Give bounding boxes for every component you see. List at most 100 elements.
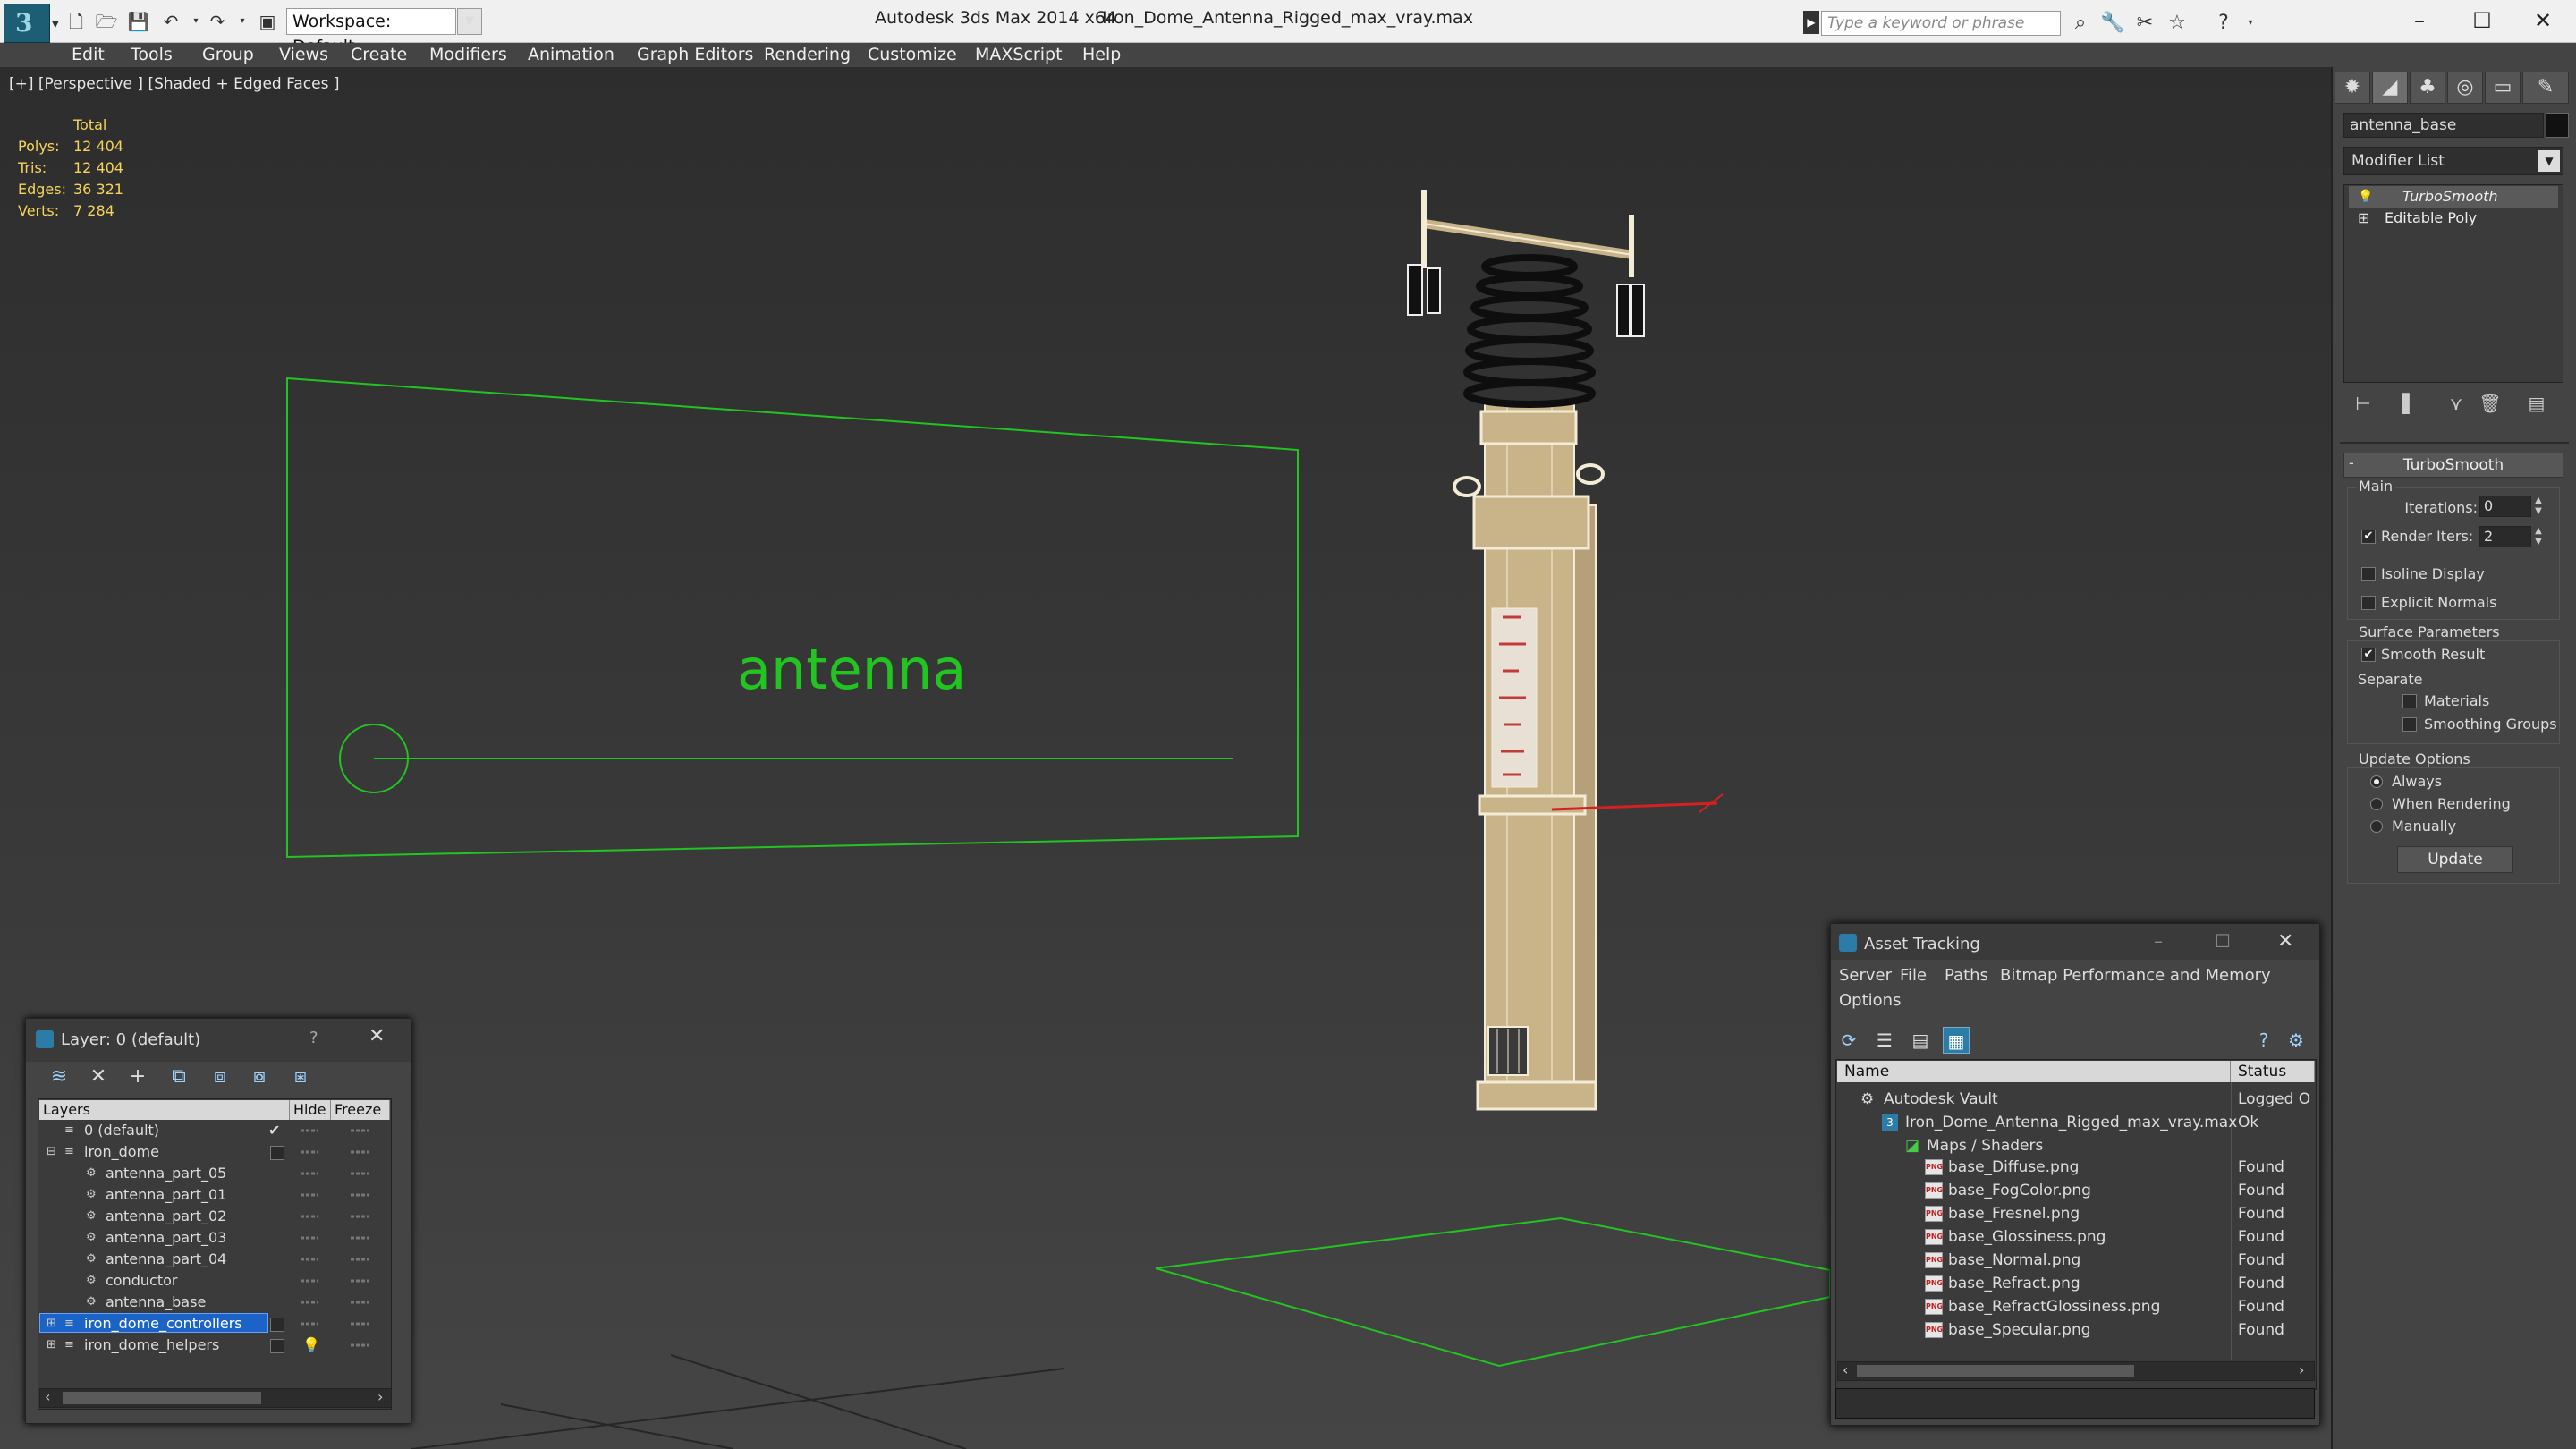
menu-group[interactable]: Group [202, 45, 254, 64]
asset-menu-options[interactable]: Options [1839, 991, 1901, 1010]
rollout-collapse-icon[interactable]: - [2349, 454, 2354, 471]
layer-current-box[interactable] [270, 1339, 284, 1353]
workspace-chevron-icon[interactable]: ▼ [457, 8, 482, 35]
asset-menu-server[interactable]: Server [1839, 966, 1892, 985]
menu-customize[interactable]: Customize [868, 45, 957, 64]
help-dropdown-icon[interactable]: ▾ [2236, 11, 2265, 36]
undo-dropdown-icon[interactable]: ▾ [184, 11, 208, 32]
asset-help-icon[interactable]: ? [2250, 1027, 2277, 1054]
materials-checkbox[interactable] [2402, 694, 2417, 708]
hide-freeze-toggles[interactable] [295, 1129, 385, 1352]
active-layer-check-icon[interactable]: ✔ [268, 1120, 280, 1141]
update-button[interactable]: Update [2397, 846, 2513, 873]
asset-path-field[interactable] [1835, 1388, 2315, 1419]
render-iters-checkbox[interactable]: ✔ [2361, 530, 2376, 544]
asset-settings-icon[interactable]: ⚙ [2283, 1027, 2309, 1054]
smoothing-groups-checkbox[interactable] [2402, 717, 2417, 732]
iterations-spinner[interactable]: 0 [2479, 496, 2531, 517]
subscription-key-icon[interactable]: 🔧 [2098, 11, 2127, 36]
utilities-tab-icon[interactable]: ✎ [2522, 72, 2569, 104]
menu-animation[interactable]: Animation [528, 45, 614, 64]
help-icon[interactable]: ? [2209, 11, 2238, 36]
refresh-icon[interactable]: ⟳ [1835, 1027, 1862, 1054]
render-iters-spinner-arrows-icon[interactable]: ▲ ▼ [2531, 526, 2546, 547]
asset-maximize-button[interactable]: ☐ [2215, 930, 2231, 952]
scroll-right-icon[interactable]: › [2299, 1361, 2304, 1378]
menu-graph-editors[interactable]: Graph Editors [637, 45, 753, 64]
layer-current-box[interactable] [270, 1146, 284, 1160]
select-objects-in-layer-icon[interactable]: ⧉ [163, 1063, 195, 1091]
menu-create[interactable]: Create [351, 45, 407, 64]
explicit-normals-checkbox[interactable] [2361, 596, 2376, 610]
undo-icon[interactable]: ↶ [159, 11, 182, 32]
maximize-button[interactable]: ☐ [2451, 4, 2513, 38]
detail-view-icon[interactable]: ▤ [1907, 1027, 1934, 1054]
pin-stack-icon[interactable]: ⊢ [2347, 390, 2379, 417]
communication-center-icon[interactable]: ✂ [2131, 11, 2159, 36]
render-iters-spinner[interactable]: 2 [2479, 526, 2531, 547]
smooth-result-checkbox[interactable]: ✔ [2361, 648, 2376, 662]
open-file-icon[interactable]: 🗁 [95, 11, 118, 32]
search-expand-icon[interactable]: ▶ [1803, 11, 1819, 34]
search-input[interactable]: Type a keyword or phrase [1821, 11, 2061, 36]
binoculars-icon[interactable]: ⌕ [2066, 11, 2095, 36]
asset-menu-paths[interactable]: Paths [1945, 966, 1988, 985]
delete-layer-icon[interactable]: ✕ [82, 1063, 114, 1091]
scroll-left-icon[interactable]: ‹ [1843, 1361, 1848, 1378]
list-view-icon[interactable]: ☰ [1871, 1027, 1898, 1054]
layer-dialog-close-icon[interactable]: ✕ [369, 1025, 385, 1047]
show-end-result-icon[interactable]: ▌ [2394, 390, 2426, 417]
close-window-button[interactable]: ✕ [2512, 4, 2574, 38]
hierarchy-tab-icon[interactable]: ♣ [2410, 72, 2445, 104]
project-folder-icon[interactable]: ▣ [256, 11, 279, 32]
display-tab-icon[interactable]: ▭ [2485, 72, 2521, 104]
modify-tab-icon[interactable]: ◢ [2372, 72, 2408, 104]
make-unique-icon[interactable]: ⋎ [2440, 390, 2472, 417]
hide-all-layers-icon[interactable]: ⧇ [243, 1063, 275, 1091]
favorites-star-icon[interactable]: ☆ [2163, 11, 2191, 36]
expand-icon[interactable]: ⊞ [47, 1339, 59, 1352]
asset-menu-bitmap-performance[interactable]: Bitmap Performance and Memory [2000, 966, 2271, 985]
manually-radio[interactable] [2370, 820, 2383, 833]
status-column-header[interactable]: Status [2231, 1061, 2315, 1082]
menu-maxscript[interactable]: MAXScript [975, 45, 1063, 64]
create-tab-icon[interactable]: ✹ [2334, 72, 2370, 104]
freeze-all-layers-icon[interactable]: ⧆ [284, 1063, 317, 1091]
modifier-list-chevron-icon[interactable]: ▼ [2538, 150, 2560, 172]
workspace-dropdown[interactable]: Workspace: Default [286, 8, 456, 56]
app-logo-button[interactable]: 3 [4, 4, 50, 43]
stack-item-editable-poly[interactable]: Editable Poly [2349, 208, 2558, 229]
minimize-button[interactable]: – [2388, 4, 2451, 38]
expand-icon[interactable]: ⊞ [47, 1318, 59, 1330]
stack-item-turbosmooth[interactable]: TurboSmooth [2349, 186, 2558, 208]
redo-icon[interactable]: ↷ [206, 11, 229, 32]
layers-column-header[interactable]: Layers [39, 1100, 290, 1120]
scroll-left-icon[interactable]: ‹ [45, 1388, 50, 1405]
remove-modifier-icon[interactable]: 🗑 [2474, 390, 2506, 417]
add-to-layer-icon[interactable]: + [122, 1063, 154, 1091]
hide-column-header[interactable]: Hide [290, 1100, 331, 1120]
layer-current-box[interactable] [270, 1318, 284, 1332]
app-menu-chevron-icon[interactable]: ▼ [52, 20, 59, 30]
name-column-header[interactable]: Name [1837, 1061, 2231, 1082]
menu-rendering[interactable]: Rendering [764, 45, 851, 64]
menu-help[interactable]: Help [1082, 45, 1121, 64]
modifier-list-dropdown[interactable]: Modifier List [2343, 147, 2563, 175]
expand-plus-icon[interactable]: ⊞ [2358, 211, 2370, 225]
freeze-column-header[interactable]: Freeze [331, 1100, 390, 1120]
asset-minimize-button[interactable]: – [2154, 930, 2163, 952]
always-radio[interactable] [2370, 775, 2383, 788]
object-color-swatch[interactable] [2546, 113, 2569, 138]
save-file-icon[interactable]: 💾 [127, 11, 150, 32]
asset-close-icon[interactable]: ✕ [2277, 930, 2293, 953]
turbosmooth-rollout-header[interactable]: TurboSmooth [2343, 453, 2563, 478]
when-rendering-radio[interactable] [2370, 798, 2383, 810]
highlight-selected-layer-icon[interactable]: ⧈ [204, 1063, 236, 1091]
redo-dropdown-icon[interactable]: ▾ [231, 11, 254, 32]
collapse-icon[interactable]: ⊟ [47, 1146, 59, 1158]
asset-scrollbar-thumb[interactable] [1857, 1365, 2134, 1377]
object-name-field[interactable]: antenna_base [2343, 113, 2544, 138]
asset-menu-file[interactable]: File [1900, 966, 1927, 985]
new-file-icon[interactable]: 🗋 [64, 11, 88, 32]
lightbulb-icon[interactable]: 💡 [2358, 191, 2373, 203]
